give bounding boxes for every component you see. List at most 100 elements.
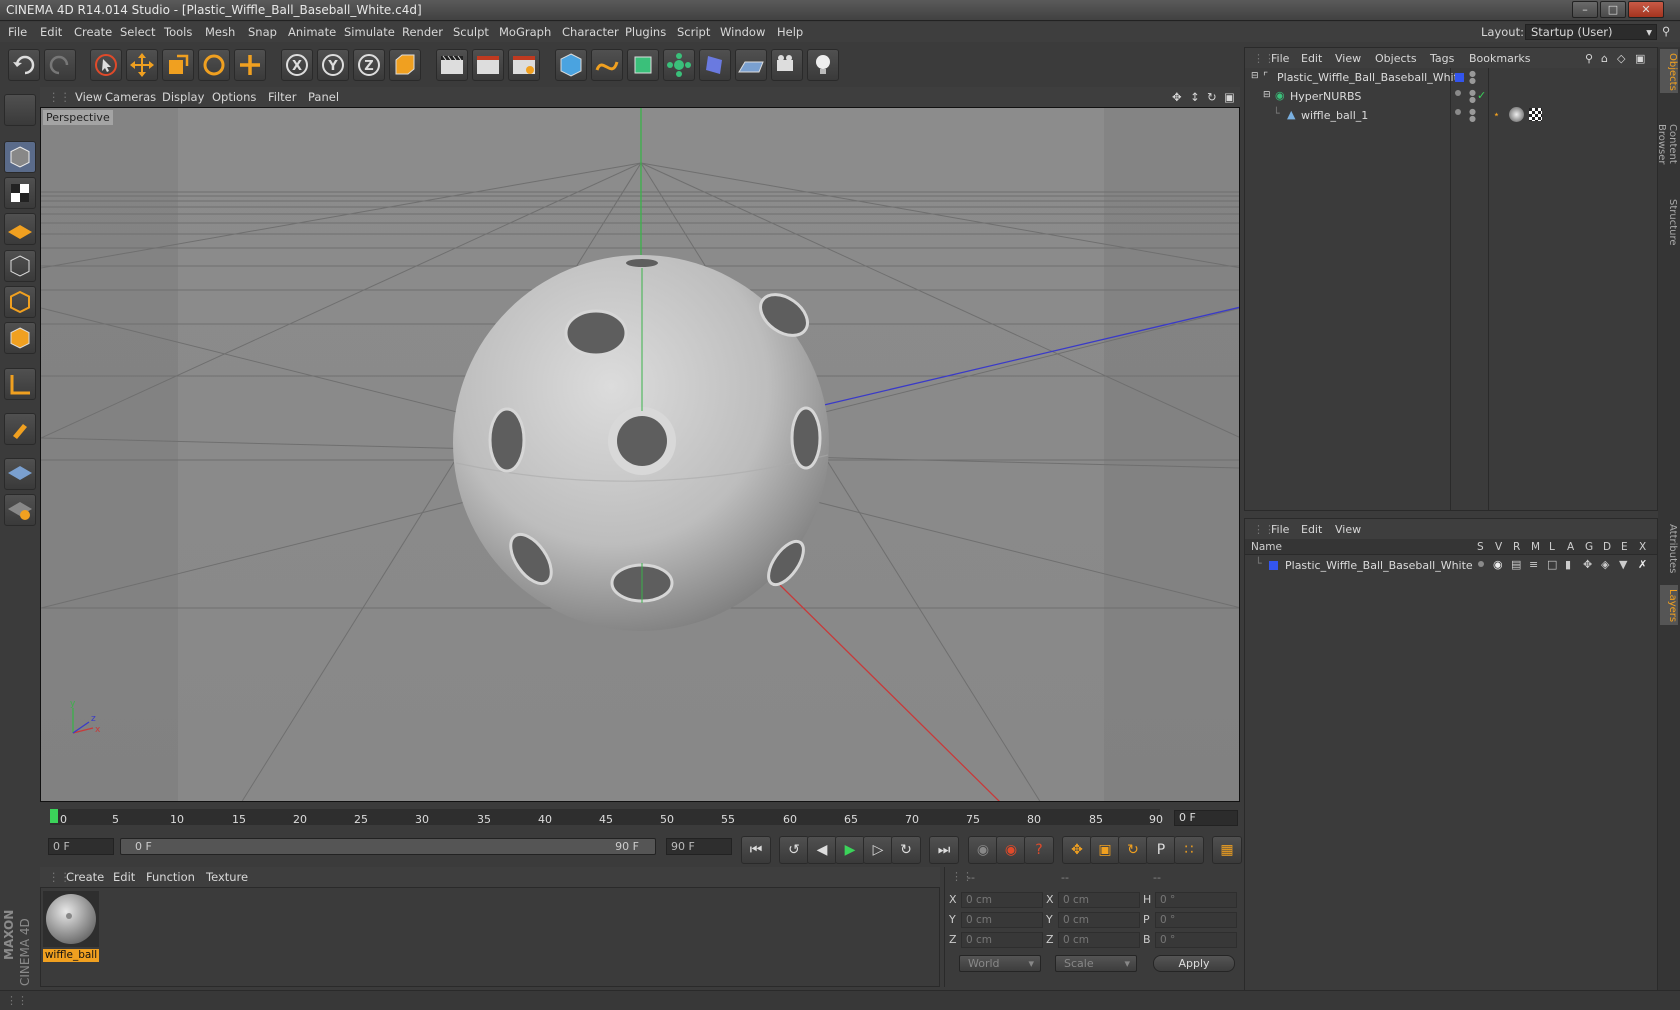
y-axis-button[interactable]: Y (317, 49, 349, 81)
goto-start-button[interactable]: ⏮ (741, 836, 771, 864)
menu-animate[interactable]: Animate (288, 25, 336, 39)
material-menu-edit[interactable]: Edit (113, 870, 135, 884)
tab-objects[interactable]: Objects (1660, 49, 1678, 93)
undo-button[interactable] (8, 49, 40, 81)
key-parameter-button[interactable]: P (1146, 836, 1176, 864)
column-render[interactable]: R (1513, 541, 1520, 553)
position-z-field[interactable]: 0 cm (961, 932, 1043, 948)
material-menu-texture[interactable]: Texture (206, 870, 248, 884)
key-position-button[interactable]: ✥ (1062, 836, 1092, 864)
layer-color-swatch[interactable] (1455, 73, 1464, 82)
render-picture-viewer-button[interactable] (472, 49, 504, 81)
apply-button[interactable]: Apply (1153, 955, 1235, 972)
menu-help[interactable]: Help (777, 25, 803, 39)
object-menu-bookmarks[interactable]: Bookmarks (1469, 52, 1530, 65)
snap-button[interactable] (4, 413, 36, 445)
object-row[interactable]: ⊟ ◉ HyperNURBS ● ● ✓ (1245, 88, 1657, 107)
menu-window[interactable]: Window (720, 25, 765, 39)
search-icon[interactable]: ⚲ (1662, 24, 1670, 38)
keyframe-selection-button[interactable]: ? (1024, 836, 1054, 864)
manager-icon[interactable]: ≡ (1529, 558, 1538, 571)
edges-mode-button[interactable] (4, 286, 36, 318)
nurbs-button[interactable] (627, 49, 659, 81)
column-deformers[interactable]: D (1603, 541, 1611, 553)
home-icon[interactable]: ⌂ (1601, 52, 1608, 65)
search-icon[interactable]: ⚲ (1585, 52, 1593, 65)
visibility-dots[interactable]: ● ● (1469, 89, 1476, 104)
perspective-viewport[interactable]: y x z Perspective (40, 107, 1240, 802)
material-tag-icon[interactable] (1509, 107, 1524, 122)
menu-snap[interactable]: Snap (248, 25, 277, 39)
goto-previous-key-button[interactable]: ↺ (779, 836, 809, 864)
layer-dot[interactable] (1455, 90, 1461, 96)
zoom-view-icon[interactable]: ↕ (1190, 90, 1200, 104)
generator-icon[interactable]: ✥ (1583, 558, 1592, 571)
layer-menu-edit[interactable]: Edit (1301, 523, 1322, 536)
record-keys-button[interactable]: ◉ (968, 836, 998, 864)
menu-simulate[interactable]: Simulate (344, 25, 395, 39)
cube-object-button[interactable] (555, 49, 587, 81)
play-button[interactable]: ▶ (835, 836, 865, 864)
render-settings-button[interactable] (508, 49, 540, 81)
z-axis-button[interactable]: Z (353, 49, 385, 81)
viewport-menu-panel[interactable]: Panel (308, 90, 339, 104)
goto-next-key-button[interactable]: ↻ (891, 836, 921, 864)
key-rotation-button[interactable]: ↻ (1118, 836, 1148, 864)
rotation-p-field[interactable]: 0 ° (1155, 912, 1237, 928)
size-x-field[interactable]: 0 cm (1058, 892, 1140, 908)
menu-file[interactable]: File (8, 25, 27, 39)
range-slider[interactable]: 0 F 90 F (120, 838, 656, 855)
previous-frame-button[interactable]: ◀ (807, 836, 837, 864)
visibility-dots[interactable]: ● ● (1469, 70, 1476, 85)
collapse-icon[interactable]: ⊟ (1263, 90, 1271, 100)
add-tool-button[interactable] (234, 49, 266, 81)
tab-content-browser[interactable]: Content Browser (1656, 99, 1678, 189)
texture-mode-button[interactable] (4, 177, 36, 209)
toggle-view-icon[interactable]: ▣ (1224, 90, 1235, 104)
start-frame-field[interactable]: 0 F (48, 838, 114, 855)
viewport-menu-display[interactable]: Display (162, 90, 204, 104)
object-row[interactable]: ⊟ ⌜ Plastic_Wiffle_Ball_Baseball_White ●… (1245, 69, 1657, 88)
layer-menu-view[interactable]: View (1335, 523, 1361, 536)
close-button[interactable]: ✕ (1628, 1, 1664, 18)
render-icon[interactable]: ▤ (1511, 558, 1521, 571)
spline-button[interactable] (591, 49, 623, 81)
collapse-icon[interactable]: ⊟ (1251, 71, 1259, 81)
viewport-menu-cameras[interactable]: Cameras (105, 90, 156, 104)
x-axis-button[interactable]: X (281, 49, 313, 81)
column-locked[interactable]: L (1549, 541, 1555, 553)
layer-row[interactable]: └ Plastic_Wiffle_Ball_Baseball_White ◉ ▤… (1245, 557, 1657, 576)
object-menu-edit[interactable]: Edit (1301, 52, 1322, 65)
deformer-button[interactable] (699, 49, 731, 81)
auto-keying-button[interactable]: ◉ (996, 836, 1026, 864)
viewport-menu-filter[interactable]: Filter (268, 90, 296, 104)
menu-plugins[interactable]: Plugins (625, 25, 666, 39)
enabled-check-icon[interactable]: ✓ (1477, 89, 1486, 102)
key-scale-button[interactable]: ▣ (1090, 836, 1120, 864)
new-window-icon[interactable]: ▣ (1635, 52, 1645, 65)
axis-mode-button[interactable] (4, 368, 36, 400)
current-frame-field[interactable]: 0 F (1174, 810, 1238, 826)
tab-attributes[interactable]: Attributes (1660, 519, 1678, 579)
move-view-icon[interactable]: ✥ (1172, 90, 1182, 104)
deformer-icon[interactable]: ◈ (1601, 558, 1609, 571)
redo-button[interactable] (44, 49, 76, 81)
column-visible[interactable]: V (1495, 541, 1502, 553)
goto-end-button[interactable]: ⏭ (929, 836, 959, 864)
xref-icon[interactable]: ✗ (1638, 558, 1647, 571)
viewport-menu-options[interactable]: Options (212, 90, 256, 104)
rotate-view-icon[interactable]: ↻ (1207, 90, 1217, 104)
scale-tool-button[interactable] (162, 49, 194, 81)
menu-edit[interactable]: Edit (40, 25, 62, 39)
render-view-button[interactable] (436, 49, 468, 81)
menu-sculpt[interactable]: Sculpt (453, 25, 489, 39)
size-z-field[interactable]: 0 cm (1058, 932, 1140, 948)
menu-render[interactable]: Render (402, 25, 443, 39)
planar-workplane-button[interactable] (4, 494, 36, 526)
object-menu-view[interactable]: View (1335, 52, 1361, 65)
menu-script[interactable]: Script (677, 25, 710, 39)
wiffle-ball-model[interactable] (453, 255, 829, 631)
object-row[interactable]: └ ▲ wiffle_ball_1 ● ● ⋆ (1245, 107, 1657, 126)
tab-layers[interactable]: Layers (1660, 585, 1678, 625)
lock-workplane-button[interactable] (4, 458, 36, 490)
